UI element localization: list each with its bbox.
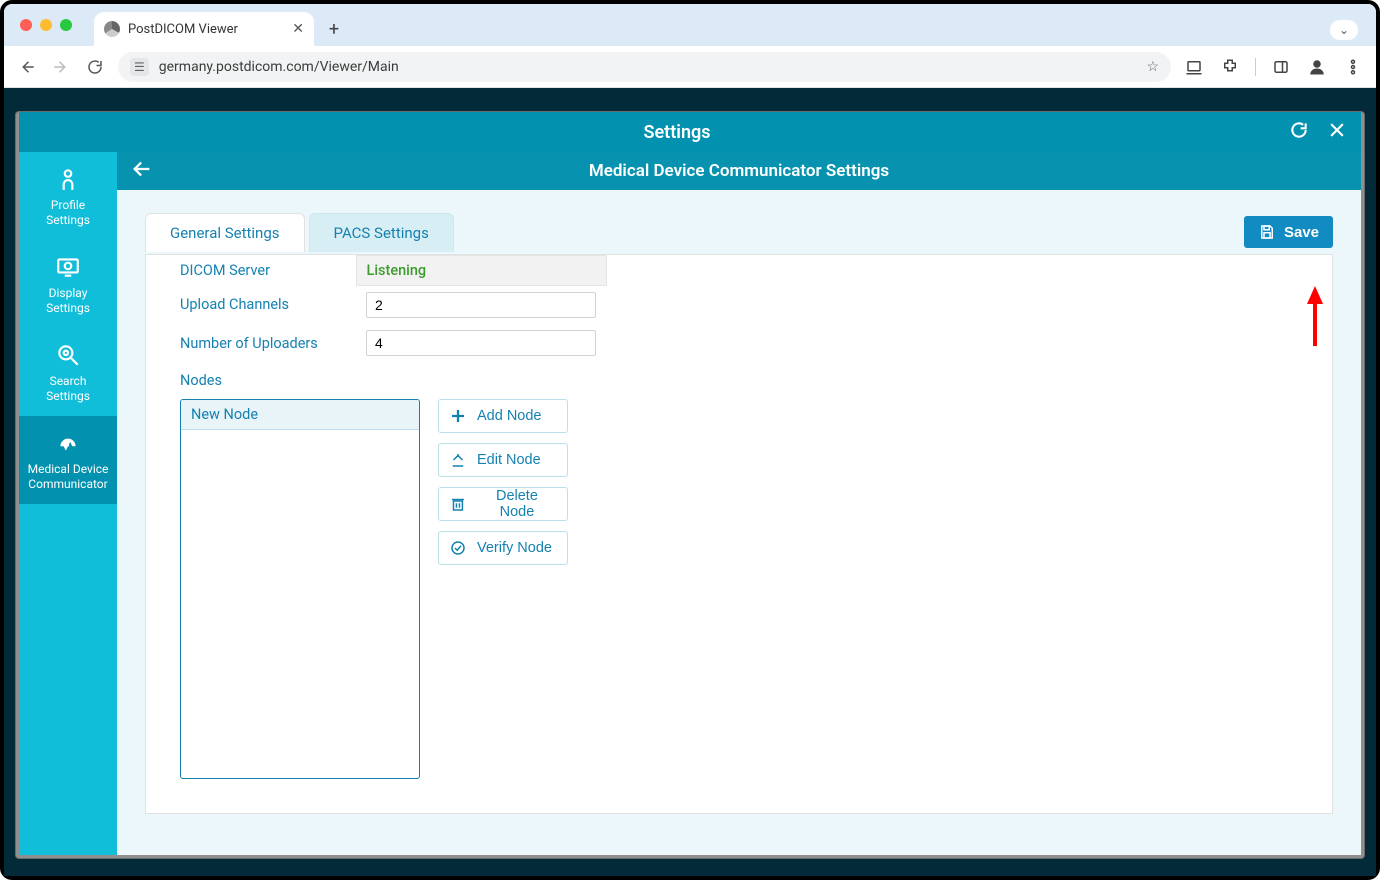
general-settings-panel: DICOM Server Listening Upload Channels N… (145, 254, 1333, 814)
new-tab-button[interactable]: + (320, 19, 348, 46)
nav-forward-button[interactable] (50, 58, 72, 76)
verify-node-button[interactable]: Verify Node (438, 531, 568, 565)
modal-title: Settings (79, 122, 1275, 143)
settings-pane: Medical Device Communicator Settings Gen… (117, 152, 1361, 855)
browser-tab-strip: PostDICOM Viewer ✕ + ⌄ (4, 4, 1376, 46)
button-label: Delete Node (477, 488, 557, 520)
browser-tab[interactable]: PostDICOM Viewer ✕ (94, 12, 314, 46)
sidebar-item-label: Profile Settings (23, 198, 113, 228)
save-button[interactable]: Save (1244, 216, 1333, 248)
window-maximize-dot[interactable] (60, 19, 72, 31)
button-label: Edit Node (477, 452, 541, 468)
sidebar-item-search[interactable]: Search Settings (19, 328, 117, 416)
sidebar-item-display[interactable]: Display Settings (19, 240, 117, 328)
tab-pacs-settings[interactable]: PACS Settings (309, 213, 454, 252)
sidebar-item-label: Search Settings (23, 374, 113, 404)
browser-toolbar: ☰ germany.postdicom.com/Viewer/Main ☆ (4, 46, 1376, 88)
settings-tabs: General Settings PACS Settings (145, 213, 458, 252)
tab-title: PostDICOM Viewer (128, 22, 284, 37)
sidebar-item-label: Display Settings (23, 286, 113, 316)
modal-reload-icon[interactable] (1289, 120, 1309, 144)
modal-close-icon[interactable] (1327, 120, 1347, 144)
extensions-icon[interactable] (1219, 56, 1241, 78)
sidebar-item-label: Medical Device Communicator (23, 462, 113, 492)
site-info-icon[interactable]: ☰ (130, 58, 149, 76)
button-label: Add Node (477, 408, 542, 424)
add-node-button[interactable]: Add Node (438, 399, 568, 433)
delete-node-button[interactable]: Delete Node (438, 487, 568, 521)
field-label-dicom-server: DICOM Server (146, 256, 356, 286)
field-label-number-of-uploaders: Number of Uploaders (146, 324, 356, 362)
nodes-section-label: Nodes (146, 362, 1332, 393)
app-viewport: Settings Profile Settings (4, 88, 1376, 876)
button-label: Verify Node (477, 540, 552, 556)
profile-avatar-icon[interactable] (1306, 56, 1328, 78)
sidebar-item-medical-device-communicator[interactable]: Medical Device Communicator (19, 416, 117, 504)
browser-window: PostDICOM Viewer ✕ + ⌄ ☰ germany.postdic… (0, 0, 1380, 880)
toolbar-separator (1255, 58, 1256, 76)
url-text: germany.postdicom.com/Viewer/Main (159, 59, 1137, 75)
cast-icon[interactable] (1183, 56, 1205, 78)
tab-close-icon[interactable]: ✕ (292, 21, 304, 37)
tab-favicon (104, 21, 120, 37)
node-action-buttons: Add Node Edit Node Delete (438, 399, 568, 779)
edit-node-button[interactable]: Edit Node (438, 443, 568, 477)
address-bar[interactable]: ☰ germany.postdicom.com/Viewer/Main ☆ (118, 52, 1171, 82)
input-upload-channels[interactable] (366, 292, 596, 318)
nodes-listbox[interactable]: New Node (180, 399, 420, 779)
browser-menu-icon[interactable] (1342, 56, 1364, 78)
browser-right-icons (1183, 56, 1364, 78)
nav-back-button[interactable] (16, 58, 38, 76)
pane-header: Medical Device Communicator Settings (117, 152, 1361, 190)
tab-general-settings[interactable]: General Settings (145, 213, 305, 252)
settings-modal-overlay: Settings Profile Settings (4, 88, 1376, 876)
sidebar-item-profile[interactable]: Profile Settings (19, 152, 117, 240)
node-list-item[interactable]: New Node (181, 400, 419, 430)
window-minimize-dot[interactable] (40, 19, 52, 31)
annotation-arrow (1305, 286, 1325, 346)
tabs-overflow-button[interactable]: ⌄ (1330, 20, 1358, 40)
nav-reload-button[interactable] (84, 58, 106, 76)
field-label-upload-channels: Upload Channels (146, 286, 356, 325)
modal-titlebar: Settings (19, 112, 1361, 152)
settings-modal: Settings Profile Settings (16, 112, 1364, 858)
window-controls (12, 4, 80, 46)
side-panel-icon[interactable] (1270, 56, 1292, 78)
input-number-of-uploaders[interactable] (366, 330, 596, 356)
pane-content: General Settings PACS Settings Save (117, 190, 1361, 855)
modal-body: Profile Settings Display Settings Search… (19, 152, 1361, 855)
pane-back-button[interactable] (131, 158, 153, 184)
pane-title: Medical Device Communicator Settings (153, 161, 1325, 181)
field-value-dicom-server-status: Listening (356, 256, 606, 286)
save-button-label: Save (1284, 224, 1319, 241)
settings-sidebar: Profile Settings Display Settings Search… (19, 152, 117, 855)
bookmark-star-icon[interactable]: ☆ (1146, 59, 1159, 75)
window-close-dot[interactable] (20, 19, 32, 31)
